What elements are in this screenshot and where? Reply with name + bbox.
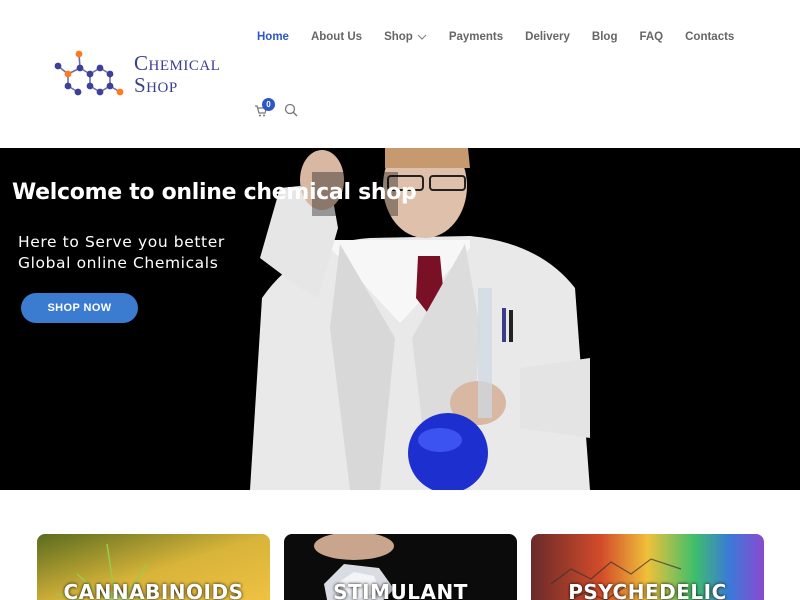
category-section: CANNABINOIDS STIMULANT PSYCHEDELIC bbox=[0, 490, 800, 600]
nav-item-shop-label: Shop bbox=[384, 31, 413, 43]
nav-item-payments[interactable]: Payments bbox=[445, 31, 507, 43]
hero-subtitle-line-1: Here to Serve you better bbox=[18, 233, 225, 251]
category-card-stimulant[interactable]: STIMULANT bbox=[284, 534, 517, 600]
hero-banner: Welcome to online chemical shop Here to … bbox=[0, 148, 800, 490]
chevron-down-icon bbox=[417, 34, 427, 40]
hero-subtitle: Here to Serve you better Global online C… bbox=[18, 232, 225, 274]
hero-subtitle-line-2: Global online Chemicals bbox=[18, 254, 219, 272]
nav-item-home[interactable]: Home bbox=[253, 31, 293, 43]
nav-item-delivery[interactable]: Delivery bbox=[521, 31, 574, 43]
category-card-cannabinoids[interactable]: CANNABINOIDS bbox=[37, 534, 270, 600]
site-logo[interactable]: Chemical Shop bbox=[50, 44, 250, 104]
shop-now-button[interactable]: SHOP NOW bbox=[21, 293, 138, 323]
category-card-psychedelic[interactable]: PSYCHEDELIC bbox=[531, 534, 764, 600]
category-label-cannabinoids: CANNABINOIDS bbox=[63, 580, 244, 600]
nav-item-faq[interactable]: FAQ bbox=[635, 31, 667, 43]
category-label-stimulant: STIMULANT bbox=[333, 580, 468, 600]
search-icon bbox=[284, 103, 298, 117]
logo-line-2: Shop bbox=[134, 73, 178, 97]
cart-button[interactable]: 0 bbox=[254, 98, 275, 120]
hero-title: Welcome to online chemical shop bbox=[12, 180, 417, 205]
logo-line-1: Chemical bbox=[134, 51, 221, 75]
cart-count-badge: 0 bbox=[262, 98, 275, 111]
molecule-logo-icon bbox=[54, 50, 124, 96]
logo-text: Chemical Shop bbox=[134, 52, 220, 96]
nav-item-contacts[interactable]: Contacts bbox=[681, 31, 738, 43]
nav-item-shop[interactable]: Shop bbox=[380, 31, 431, 43]
main-nav: Home About Us Shop Payments Delivery Blo… bbox=[246, 27, 745, 47]
nav-item-about-us[interactable]: About Us bbox=[307, 31, 366, 43]
nav-item-blog[interactable]: Blog bbox=[588, 31, 622, 43]
site-header: Chemical Shop Home About Us Shop Payment… bbox=[0, 0, 800, 148]
search-button[interactable] bbox=[284, 103, 300, 119]
category-label-psychedelic: PSYCHEDELIC bbox=[568, 580, 727, 600]
